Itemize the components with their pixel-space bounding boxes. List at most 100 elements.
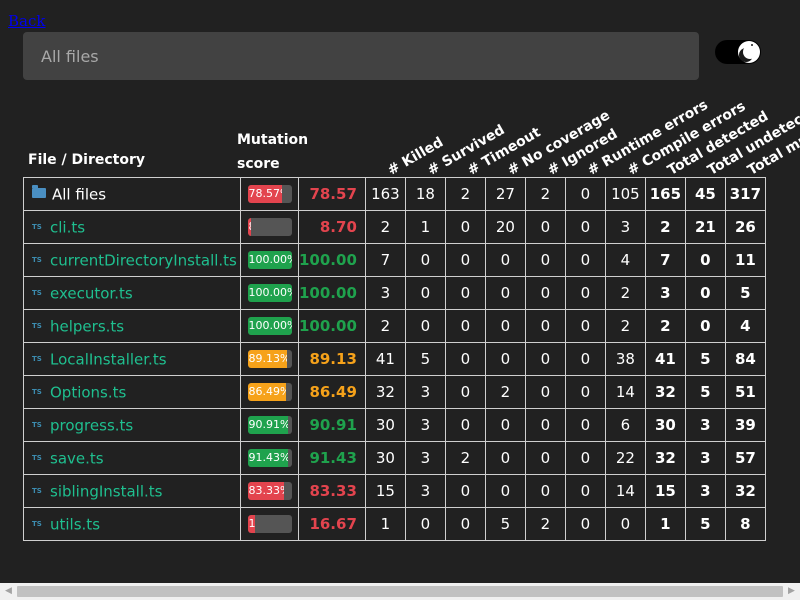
metric-value: 5 xyxy=(684,507,726,541)
metric-value: 51 xyxy=(724,375,766,409)
metric-value: 0 xyxy=(444,243,486,277)
ts-file-icon: TS xyxy=(32,223,42,232)
mutation-score-header: Mutation score xyxy=(237,128,308,176)
scroll-right-arrow-icon[interactable]: ▶ xyxy=(783,583,800,600)
metric-value: 11 xyxy=(724,243,766,277)
metric-value: 27 xyxy=(484,177,526,211)
file-link[interactable]: executor.ts xyxy=(50,284,133,302)
scrollbar-thumb[interactable] xyxy=(17,586,783,597)
metric-value: 0 xyxy=(564,243,606,277)
metric-value: 3 xyxy=(604,210,646,244)
score-progress-bar: 100.00% xyxy=(247,317,292,335)
table-row: TSOptions.ts86.49%86.4932302001432551 xyxy=(23,375,766,409)
mutation-score-value: 100.00 xyxy=(298,276,366,310)
metric-value: 0 xyxy=(564,408,606,442)
file-link[interactable]: helpers.ts xyxy=(50,317,124,335)
score-progress-label-clip: 100.00% xyxy=(248,284,292,302)
metric-value: 0 xyxy=(484,243,526,277)
metric-value: 0 xyxy=(524,243,566,277)
metric-value: 0 xyxy=(484,441,526,475)
score-progress-label: 16.67% xyxy=(248,517,255,530)
score-bar-cell: 100.00% xyxy=(240,309,299,343)
score-bar-cell: 16.67% xyxy=(240,507,299,541)
score-progress-label-clip: 8.70% xyxy=(248,218,252,236)
score-progress-label: 100.00% xyxy=(248,319,292,332)
metric-value: 3 xyxy=(684,408,726,442)
metric-value: 26 xyxy=(724,210,766,244)
mutation-score-value: 100.00 xyxy=(298,309,366,343)
score-progress-label-clip: 90.91% xyxy=(248,416,288,434)
metric-value: 4 xyxy=(604,243,646,277)
metric-value: 2 xyxy=(444,177,486,211)
metric-value: 0 xyxy=(564,309,606,343)
metric-value: 0 xyxy=(524,474,566,508)
score-progress-label-clip: 89.13% xyxy=(248,350,287,368)
metric-value: 0 xyxy=(524,441,566,475)
score-progress-label: 90.91% xyxy=(248,418,288,431)
metric-value: 0 xyxy=(564,210,606,244)
score-progress-bar: 86.49% xyxy=(247,383,292,401)
table-row: TScli.ts8.70%8.702102000322126 xyxy=(23,210,766,244)
metric-value: 0 xyxy=(524,276,566,310)
metric-value: 0 xyxy=(564,441,606,475)
metric-value: 0 xyxy=(684,276,726,310)
metric-value: 0 xyxy=(444,309,486,343)
metric-value: 5 xyxy=(484,507,526,541)
file-link[interactable]: currentDirectoryInstall.ts xyxy=(50,251,237,269)
search-box[interactable] xyxy=(23,32,699,80)
file-link[interactable]: cli.ts xyxy=(50,218,85,236)
file-link[interactable]: siblingInstall.ts xyxy=(50,482,163,500)
metric-value: 7 xyxy=(364,243,406,277)
file-link[interactable]: utils.ts xyxy=(50,515,100,533)
table-row: TSsiblingInstall.ts83.33%83.331530000141… xyxy=(23,474,766,508)
moon-icon xyxy=(743,45,757,59)
score-progress-label: 78.57% xyxy=(248,187,283,200)
score-progress-label: 91.43% xyxy=(248,451,288,464)
all-files-link[interactable]: All files xyxy=(52,185,106,203)
metric-value: 15 xyxy=(364,474,406,508)
metric-value: 0 xyxy=(444,276,486,310)
metric-value: 15 xyxy=(644,474,686,508)
score-progress-label-clip: 86.49% xyxy=(248,383,286,401)
file-link[interactable]: Options.ts xyxy=(50,383,126,401)
metric-value: 0 xyxy=(404,243,446,277)
table-row: TS save.ts 91.43% 91.43 30 3 2 0 0 0 22 32 3 57 xyxy=(23,441,766,475)
file-link[interactable]: LocalInstaller.ts xyxy=(50,350,167,368)
score-progress-bar: 78.57% xyxy=(247,185,292,203)
file-link[interactable]: progress.ts xyxy=(50,416,133,434)
score-progress-bar: 83.33% xyxy=(247,482,292,500)
metric-value: 5 xyxy=(684,375,726,409)
metric-value: 38 xyxy=(604,342,646,376)
metric-value: 1 xyxy=(404,210,446,244)
file-link[interactable]: save.ts xyxy=(50,449,104,467)
file-cell: TS LocalInstaller.ts xyxy=(23,342,241,376)
metric-value: 7 xyxy=(644,243,686,277)
metric-value: 32 xyxy=(364,375,406,409)
metric-value: 39 xyxy=(724,408,766,442)
back-link[interactable]: Back xyxy=(8,12,45,30)
metric-value: 317 xyxy=(724,177,766,211)
metric-value: 2 xyxy=(604,276,646,310)
metric-value: 2 xyxy=(444,441,486,475)
ts-file-icon: TS xyxy=(32,487,42,496)
search-input[interactable] xyxy=(39,45,683,67)
ts-file-icon: TS xyxy=(32,322,42,331)
horizontal-scrollbar[interactable]: ◀ ▶ xyxy=(0,583,800,600)
metric-value: 105 xyxy=(604,177,646,211)
metric-value: 21 xyxy=(684,210,726,244)
scroll-left-arrow-icon[interactable]: ◀ xyxy=(0,583,17,600)
score-progress-label: 100.00% xyxy=(248,253,292,266)
star-icon xyxy=(751,44,753,46)
metric-value: 6 xyxy=(604,408,646,442)
metric-value: 0 xyxy=(564,375,606,409)
theme-toggle[interactable] xyxy=(715,40,761,64)
table-row: TSexecutor.ts100.00%100.003000002305 xyxy=(23,276,766,310)
metric-value: 57 xyxy=(724,441,766,475)
ts-file-icon: TS xyxy=(32,454,42,463)
ts-file-icon: TS xyxy=(32,421,42,430)
mutation-score-value: 78.57 xyxy=(298,177,366,211)
metric-value: 5 xyxy=(724,276,766,310)
metric-value: 30 xyxy=(364,441,406,475)
metric-value: 3 xyxy=(404,474,446,508)
table-row: TShelpers.ts100.00%100.002000002204 xyxy=(23,309,766,343)
